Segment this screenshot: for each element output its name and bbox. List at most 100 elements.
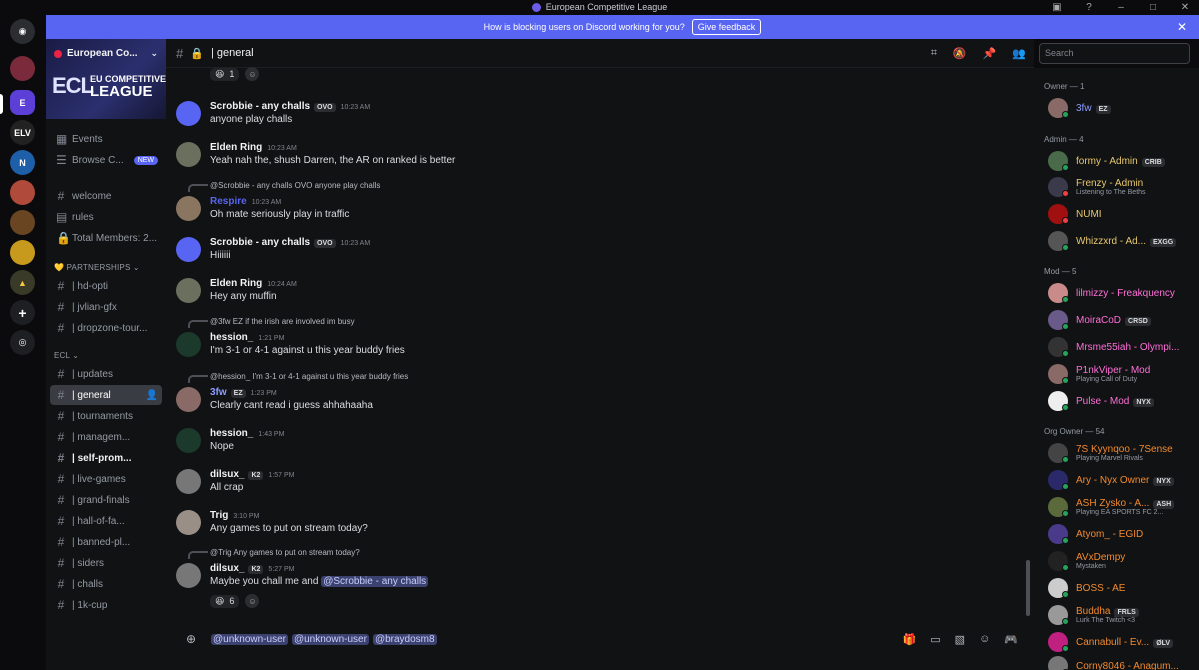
member-item[interactable]: AVxDempy Mystaken [1048,550,1198,572]
channel-hd-opti[interactable]: # | hd-opti [50,276,162,296]
member-item[interactable]: Corny8046 - Anagum... [1048,655,1198,670]
member-item[interactable]: MoiraCoD CRSD [1048,309,1198,331]
avatar[interactable] [176,332,201,357]
message-author[interactable]: hession_ 1:21 PM [210,332,284,343]
avatar[interactable] [176,196,201,221]
reply-preview[interactable]: @3fw EZ if the irish are involved im bus… [210,317,355,326]
close-banner-icon[interactable]: ✕ [1177,20,1187,34]
apps-icon[interactable]: 🎮 [1004,633,1018,646]
category-partnerships[interactable]: 💛 PARTNERSHIPS ⌄ [54,263,140,272]
reply-preview[interactable]: @Scrobbie - any challs OVO anyone play c… [210,181,380,190]
message-author[interactable]: dilsux_ K2 1:57 PM [210,469,295,480]
channel-self-promo[interactable]: # | self-prom... [50,448,162,468]
message-author[interactable]: Elden Ring 10:23 AM [210,142,297,153]
discover-icon[interactable]: ◎ [10,330,35,355]
search-input[interactable]: Search [1039,43,1190,64]
server-header[interactable]: European Co... ⌄ [46,39,166,68]
avatar[interactable] [176,142,201,167]
message-author[interactable]: Scrobbie - any challs OVO 10:23 AM [210,237,370,248]
member-item[interactable]: Pulse - Mod NYX [1048,390,1198,412]
reaction-button[interactable]: 😆 6 [210,594,240,608]
avatar[interactable] [176,237,201,262]
threads-icon[interactable]: ⌗ [931,47,937,60]
pin-icon[interactable]: 📌 [983,47,997,60]
channel-updates[interactable]: # | updates [50,364,162,384]
channel-siders[interactable]: # | siders [50,553,162,573]
member-item[interactable]: BOSS - AE [1048,577,1198,599]
reply-preview[interactable]: @Trig Any games to put on stream today? [210,548,360,557]
server-icon[interactable] [10,180,35,205]
ecl-server-icon[interactable]: E [10,90,35,115]
avatar[interactable] [176,469,201,494]
reply-preview[interactable]: @hession_ I'm 3-1 or 4-1 against u this … [210,372,408,381]
add-reaction-icon[interactable]: ☺ [245,67,260,81]
minimize-icon[interactable]: – [1115,2,1127,13]
events-item[interactable]: ▦ Events [50,129,162,149]
avatar[interactable] [176,387,201,412]
inbox-icon[interactable]: ▣ [1051,2,1063,13]
channel-jvlian-gfx[interactable]: # | jvlian-gfx [50,297,162,317]
upload-plus-icon[interactable]: ⊕ [186,632,196,646]
member-item[interactable]: Cannabull - Ev... ØLV [1048,631,1198,653]
channel-banned[interactable]: # | banned-pl... [50,532,162,552]
emoji-icon[interactable]: ☺ [979,633,990,646]
home-icon[interactable]: ◉ [10,19,35,44]
member-item[interactable]: 3fw EZ [1048,97,1198,119]
avatar[interactable] [176,563,201,588]
avatar[interactable] [176,510,201,535]
channel-grand-finals[interactable]: # | grand-finals [50,490,162,510]
member-item[interactable]: ASH Zysko - A... ASH Playing EA SPORTS FC … [1048,496,1198,518]
category-ecl[interactable]: ECL ⌄ [54,351,79,360]
channel-challs[interactable]: # | challs [50,574,162,594]
message-author[interactable]: hession_ 1:43 PM [210,428,284,439]
member-item[interactable]: Buddha FRLS Lurk The Twitch <3 [1048,604,1198,626]
message-author[interactable]: Respire 10:23 AM [210,196,281,207]
maximize-icon[interactable]: □ [1147,2,1159,13]
close-window-icon[interactable]: ✕ [1179,2,1191,13]
message-author[interactable]: dilsux_ K2 5:27 PM [210,563,295,574]
member-item[interactable]: Mrsme55iah - Olympi... [1048,336,1198,358]
help-icon[interactable]: ? [1083,2,1095,13]
browse-channels-item[interactable]: ☰ Browse C... NEW [50,150,162,170]
channel-rules[interactable]: ▤ rules [50,207,162,227]
notifications-muted-icon[interactable]: 🔕 [953,47,967,60]
server-icon[interactable]: ▲ [10,270,35,295]
add-reaction-icon[interactable]: ☺ [245,594,260,608]
user-mention[interactable]: @Scrobbie - any challs [321,576,429,587]
avatar[interactable] [176,278,201,303]
member-item[interactable]: P1nkViper - Mod Playing Call of Duty [1048,363,1198,385]
reaction-button[interactable]: 😆 1 [210,67,240,81]
add-server-icon[interactable]: + [10,300,35,325]
channel-1k-cup[interactable]: # | 1k-cup [50,595,162,615]
member-item[interactable]: formy - Admin CRIB [1048,150,1198,172]
channel-general[interactable]: # | general 👤 [50,385,162,405]
server-icon[interactable] [10,210,35,235]
server-icon[interactable] [10,56,35,81]
message-author[interactable]: Trig 3:10 PM [210,510,259,521]
member-item[interactable]: Frenzy - Admin Listening to The Beths [1048,176,1198,198]
server-icon[interactable]: ELV [10,120,35,145]
message-author[interactable]: Elden Ring 10:24 AM [210,278,297,289]
avatar[interactable] [176,428,201,453]
channel-dropzone[interactable]: # | dropzone-tour... [50,318,162,338]
message-composer[interactable]: ⊕ @unknown-user @unknown-user @braydosm8… [176,626,1028,652]
chat-scrollbar[interactable] [1026,560,1030,616]
channel-live-games[interactable]: # | live-games [50,469,162,489]
channel-members-count[interactable]: 🔒 Total Members: 2... [50,228,162,248]
channel-hall-of-fame[interactable]: # | hall-of-fa... [50,511,162,531]
message-author[interactable]: 3fw EZ 1:23 PM [210,387,277,398]
channel-tournaments[interactable]: # | tournaments [50,406,162,426]
member-item[interactable]: NUMI [1048,203,1198,225]
add-member-icon[interactable]: 👤 [146,390,158,401]
channel-welcome[interactable]: # welcome [50,186,162,206]
member-item[interactable]: 7S Kyynqoo - 7Sense Playing Marvel Rivals [1048,442,1198,464]
member-item[interactable]: Atyom_ - EGID [1048,523,1198,545]
give-feedback-button[interactable]: Give feedback [691,19,762,35]
member-item[interactable]: Ary - Nyx Owner NYX [1048,469,1198,491]
message-author[interactable]: Scrobbie - any challs OVO 10:23 AM [210,101,370,112]
gift-icon[interactable]: 🎁 [903,633,917,646]
member-item[interactable]: Whizzxrd - Ad... EXGG [1048,230,1198,252]
member-item[interactable]: lilmizzy - Freakquency [1048,282,1198,304]
avatar[interactable] [176,101,201,126]
server-icon[interactable] [10,240,35,265]
